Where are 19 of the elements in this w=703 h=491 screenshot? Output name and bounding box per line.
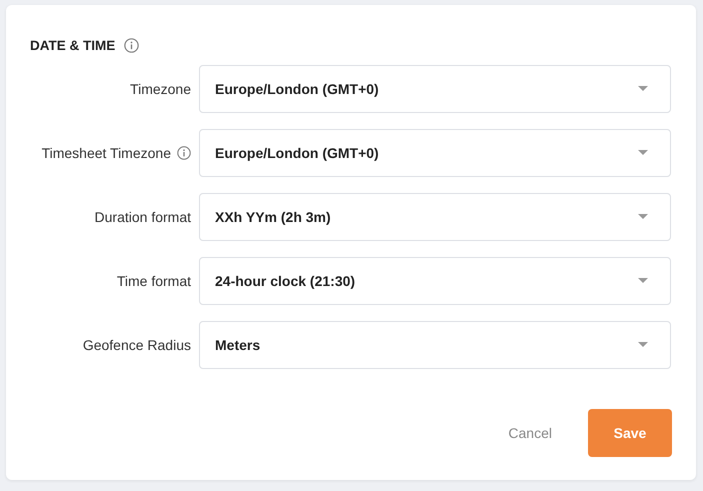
dropdown-field[interactable]: Meters	[199, 321, 671, 369]
info-icon[interactable]	[177, 146, 191, 160]
dropdown-field[interactable]: 24-hour clock (21:30)	[199, 257, 671, 305]
caret-icon	[638, 86, 648, 92]
field-label: Geofence Radius	[82, 337, 191, 353]
info-icon[interactable]	[124, 38, 140, 52]
dropdown-field[interactable]: XXh YYm (2h 3m)	[199, 193, 671, 241]
field-label: Time format	[116, 273, 191, 289]
dropdown-field[interactable]: Europe/London (GMT+0)	[199, 129, 671, 177]
caret-icon	[638, 278, 648, 284]
dropdown-field[interactable]: Europe/London (GMT+0)	[199, 65, 671, 113]
field-label: Timezone	[130, 81, 191, 97]
caret-icon	[638, 214, 648, 220]
field-label: Timesheet Timezone	[42, 145, 171, 161]
caret-icon	[638, 342, 648, 348]
caret-icon	[638, 150, 648, 156]
cancel-button[interactable]: Cancel	[496, 417, 564, 449]
field-label: Duration format	[94, 209, 191, 225]
section-title: DATE & TIME	[30, 38, 116, 52]
